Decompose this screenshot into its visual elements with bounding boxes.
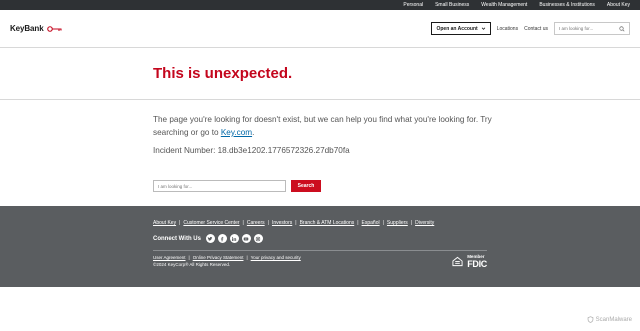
connect-row: Connect With Us — [153, 234, 640, 243]
footer-separator: | — [242, 220, 244, 226]
footer-separator: | — [410, 220, 413, 226]
footer-separator: | — [382, 220, 384, 226]
scanmalware-watermark: ScanMalware — [587, 316, 632, 323]
footer-separator: | — [357, 220, 359, 226]
legal-link-privacy-security[interactable]: Your privacy and security — [251, 255, 301, 260]
page-search-input[interactable] — [153, 180, 286, 192]
footer-link-investors[interactable]: Investors — [272, 220, 292, 226]
utility-link-wealth-management[interactable]: Wealth Management — [481, 2, 527, 8]
utility-link-businesses-institutions[interactable]: Businesses & Institutions — [539, 2, 595, 8]
open-account-button[interactable]: Open an Account — [431, 22, 491, 35]
error-message-text: The page you're looking for doesn't exis… — [153, 115, 492, 137]
error-message: The page you're looking for doesn't exis… — [153, 113, 493, 139]
legal-separator: | — [246, 255, 248, 260]
page-search: Search — [153, 180, 640, 192]
footer-separator: | — [179, 220, 181, 226]
youtube-icon[interactable] — [241, 234, 251, 243]
fdic-badge: Member FDIC — [467, 254, 487, 269]
logo-text: KeyBank — [10, 24, 44, 33]
error-content: The page you're looking for doesn't exis… — [0, 100, 640, 192]
footer-link-espanol[interactable]: Español — [362, 220, 380, 226]
twitter-icon[interactable] — [205, 234, 215, 243]
legal-links: User Agreement | Online Privacy Statement… — [153, 255, 301, 260]
footer-link-suppliers[interactable]: Suppliers — [387, 220, 408, 226]
footer-separator: | — [295, 220, 297, 226]
footer-link-careers[interactable]: Careers — [247, 220, 265, 226]
nav-link-contact[interactable]: Contact us — [524, 26, 548, 32]
legal-block: User Agreement | Online Privacy Statement… — [153, 255, 301, 267]
chevron-down-icon — [481, 27, 485, 30]
utility-link-small-business[interactable]: Small Business — [435, 2, 469, 8]
search-icon[interactable] — [619, 25, 625, 32]
site-footer: About Key | Customer Service Center | Care… — [0, 206, 640, 287]
facebook-icon[interactable] — [217, 234, 227, 243]
site-header: KeyBank Open an Account Locations Contac… — [0, 10, 640, 48]
incident-number: Incident Number: 18.db3e1202.1776572326.… — [153, 146, 350, 155]
shield-icon — [587, 316, 593, 323]
watermark-text: ScanMalware — [595, 316, 632, 323]
search-button[interactable]: Search — [291, 180, 321, 192]
key-logo-icon — [46, 25, 62, 32]
instagram-icon[interactable] — [253, 234, 263, 243]
footer-separator: | — [267, 220, 269, 226]
legal-link-user-agreement[interactable]: User Agreement — [153, 255, 186, 260]
linkedin-icon[interactable] — [229, 234, 239, 243]
header-search-input[interactable] — [559, 26, 615, 31]
utility-bar: Personal Small Business Wealth Managemen… — [0, 0, 640, 10]
page-title: This is unexpected. — [153, 65, 293, 82]
footer-link-customer-service[interactable]: Customer Service Center — [183, 220, 239, 226]
legal-link-privacy-statement[interactable]: Online Privacy Statement — [193, 255, 244, 260]
legal-separator: | — [188, 255, 190, 260]
footer-link-about-key[interactable]: About Key — [153, 220, 176, 226]
keybank-logo[interactable]: KeyBank — [10, 24, 63, 33]
legal-row: User Agreement | Online Privacy Statement… — [153, 254, 487, 269]
footer-link-branch-atm[interactable]: Branch & ATM Locations — [300, 220, 355, 226]
nav-link-locations[interactable]: Locations — [497, 26, 518, 32]
header-actions: Open an Account Locations Contact us — [431, 22, 630, 35]
utility-link-personal[interactable]: Personal — [403, 2, 423, 8]
copyright: ©2024 KeyCorp® All Rights Reserved. — [153, 262, 231, 267]
footer-divider — [153, 250, 487, 251]
equal-housing-lender-icon — [452, 257, 463, 267]
footer-links: About Key | Customer Service Center | Care… — [153, 220, 640, 226]
error-hero: This is unexpected. — [0, 48, 640, 100]
open-account-label: Open an Account — [436, 25, 478, 32]
connect-label: Connect With Us — [153, 235, 201, 242]
footer-badges: Member FDIC — [452, 254, 487, 269]
utility-link-about-key[interactable]: About Key — [607, 2, 630, 8]
header-search — [554, 22, 630, 35]
error-message-suffix: . — [252, 128, 255, 137]
key-com-link[interactable]: Key.com — [221, 128, 252, 137]
footer-link-diversity[interactable]: Diversity — [415, 220, 434, 226]
fdic-text: FDIC — [467, 258, 487, 269]
